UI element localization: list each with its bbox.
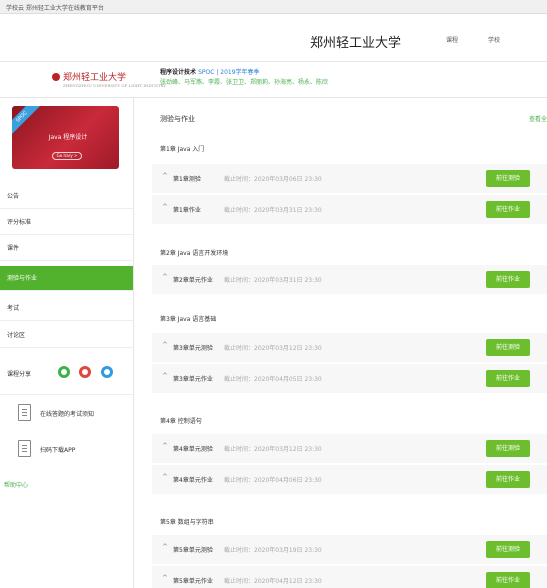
- course-spoc-link[interactable]: SPOC | 2019学年春季: [198, 69, 259, 76]
- sidebar: SPOC Java 程序设计 Go lrary > 公告 评分标准 课件 测验与…: [0, 98, 134, 588]
- sidebar-item-courseware[interactable]: 课件: [0, 236, 133, 261]
- assignment-row: ^ 第5章单元作业 截止时间：2020年04月12日 23:30 前往作业: [152, 566, 547, 588]
- assignment-name: 第5章单元作业: [173, 578, 213, 585]
- assignment-name: 第3章单元作业: [173, 376, 213, 383]
- expand-arrow-icon[interactable]: ^: [162, 442, 168, 450]
- header-link-school[interactable]: 学校: [488, 36, 500, 45]
- wechat-share-icon[interactable]: [58, 366, 70, 378]
- go-to-assignment-button[interactable]: 前往作业: [486, 572, 530, 588]
- course-info-bar: 郑州轻工业大学 ZHENGZHOU UNIVERSITY OF LIGHT IN…: [0, 62, 547, 98]
- go-to-assignment-button[interactable]: 前往作业: [486, 271, 530, 288]
- expand-arrow-icon[interactable]: ^: [162, 203, 168, 211]
- assignment-deadline: 截止时间：2020年03月06日 23:30: [224, 176, 322, 183]
- expand-arrow-icon[interactable]: ^: [162, 543, 168, 551]
- course-cover: SPOC Java 程序设计 Go lrary >: [12, 106, 119, 169]
- assignment-name: 第4章单元测验: [173, 446, 213, 453]
- university-logo[interactable]: 郑州轻工业大学 ZHENGZHOU UNIVERSITY OF LIGHT IN…: [52, 70, 166, 88]
- assignment-name: 第4章单元作业: [173, 477, 213, 484]
- assignment-row: ^ 第3章单元测验 截止时间：2020年03月12日 23:30 前往测验: [152, 333, 547, 362]
- expand-arrow-icon[interactable]: ^: [162, 574, 168, 582]
- go-to-assignment-button[interactable]: 前往测验: [486, 440, 530, 457]
- expand-arrow-icon[interactable]: ^: [162, 273, 168, 281]
- go-to-assignment-button[interactable]: 前往作业: [486, 471, 530, 488]
- qq-share-icon[interactable]: [101, 366, 113, 378]
- exam-notice-link[interactable]: 在线答题的考试须知: [18, 396, 128, 432]
- cover-button[interactable]: Go lrary >: [52, 152, 82, 160]
- assignment-name: 第1章测验: [173, 176, 201, 183]
- spoc-badge: SPOC: [12, 106, 42, 137]
- school-name: 郑州轻工业大学: [310, 36, 402, 51]
- go-to-assignment-button[interactable]: 前往测验: [486, 541, 530, 558]
- top-strip: 学校云 郑州轻工业大学在线教育平台: [0, 0, 547, 14]
- help-center-link[interactable]: 帮助中心: [4, 480, 28, 489]
- chapter-title: 第5章 数组与字符串: [160, 519, 214, 526]
- logo-subtext: ZHENGZHOU UNIVERSITY OF LIGHT INDUSTRY: [63, 83, 167, 88]
- page-title: 测验与作业: [160, 115, 195, 123]
- assignment-row: ^ 第1章测验 截止时间：2020年03月06日 23:30 前往测验: [152, 164, 547, 193]
- assignment-deadline: 截止时间：2020年04月05日 23:30: [224, 376, 322, 383]
- weibo-share-icon[interactable]: [79, 366, 91, 378]
- logo-emblem-icon: [52, 73, 60, 81]
- chapter-title: 第1章 Java 入门: [160, 146, 205, 153]
- course-title: 程序设计技术 SPOC | 2019学年春季: [160, 67, 260, 76]
- assignment-row: ^ 第3章单元作业 截止时间：2020年04月05日 23:30 前往作业: [152, 364, 547, 393]
- share-label: 课程分享: [7, 371, 32, 378]
- phone-icon: [18, 440, 31, 457]
- sidebar-item-quizzes-homework[interactable]: 测验与作业: [0, 266, 133, 291]
- assignment-deadline: 截止时间：2020年03月19日 23:30: [224, 547, 322, 554]
- course-title-text: 程序设计技术: [160, 69, 197, 76]
- document-icon: [18, 404, 31, 421]
- assignment-row: ^ 第4章单元测验 截止时间：2020年03月12日 23:30 前往测验: [152, 434, 547, 463]
- assignment-row: ^ 第1章作业 截止时间：2020年03月31日 23:30 前往作业: [152, 195, 547, 224]
- go-to-assignment-button[interactable]: 前往作业: [486, 201, 530, 218]
- expand-arrow-icon[interactable]: ^: [162, 473, 168, 481]
- expand-arrow-icon[interactable]: ^: [162, 172, 168, 180]
- cover-title: Java 程序设计: [48, 134, 88, 141]
- go-to-assignment-button[interactable]: 前往测验: [486, 339, 530, 356]
- assignment-name: 第3章单元测验: [173, 345, 213, 352]
- assignment-row: ^ 第5章单元测验 截止时间：2020年03月19日 23:30 前往测验: [152, 535, 547, 564]
- app-download-link[interactable]: 扫码下载APP: [18, 432, 128, 468]
- assignment-name: 第5章单元测验: [173, 547, 213, 554]
- sidebar-item-exam[interactable]: 考试: [0, 296, 133, 321]
- assignment-deadline: 截止时间：2020年03月31日 23:30: [224, 277, 322, 284]
- expand-arrow-icon[interactable]: ^: [162, 372, 168, 380]
- assignment-deadline: 截止时间：2020年03月31日 23:30: [224, 207, 322, 214]
- share-box: 课程分享: [0, 353, 133, 395]
- course-teachers[interactable]: 张劲峰、马军燕、李霞、张卫卫、郑丽莉、孙海亮、杨永、陈欣: [160, 77, 328, 86]
- main-content: 测验与作业 查看全部 第1章 Java 入门 ^ 第1章测验 截止时间：2020…: [134, 98, 547, 588]
- top-strip-text: 学校云 郑州轻工业大学在线教育平台: [6, 5, 104, 12]
- assignment-row: ^ 第4章单元作业 截止时间：2020年04月06日 23:30 前往作业: [152, 465, 547, 494]
- assignment-name: 第2章单元作业: [173, 277, 213, 284]
- sidebar-item-announcements[interactable]: 公告: [0, 184, 133, 209]
- chapter-title: 第4章 控制语句: [160, 418, 202, 425]
- assignment-name: 第1章作业: [173, 207, 201, 214]
- expand-arrow-icon[interactable]: ^: [162, 341, 168, 349]
- assignment-deadline: 截止时间：2020年04月06日 23:30: [224, 477, 322, 484]
- app-download-label: 扫码下载APP: [40, 447, 76, 454]
- logo-text: 郑州轻工业大学: [63, 73, 127, 83]
- go-to-assignment-button[interactable]: 前往测验: [486, 170, 530, 187]
- go-to-assignment-button[interactable]: 前往作业: [486, 370, 530, 387]
- view-all-link[interactable]: 查看全部: [529, 114, 547, 123]
- chapter-title: 第2章 Java 语言开发环境: [160, 250, 229, 257]
- exam-notice-label: 在线答题的考试须知: [40, 411, 95, 418]
- header: 郑州轻工业大学 课程 学校: [0, 14, 547, 62]
- assignment-deadline: 截止时间：2020年03月12日 23:30: [224, 446, 322, 453]
- sidebar-item-grading[interactable]: 评分标准: [0, 210, 133, 235]
- assignment-deadline: 截止时间：2020年04月12日 23:30: [224, 578, 322, 585]
- chapter-title: 第3章 Java 语言基础: [160, 316, 217, 323]
- header-link-courses[interactable]: 课程: [446, 36, 458, 45]
- assignment-deadline: 截止时间：2020年03月12日 23:30: [224, 345, 322, 352]
- sidebar-item-forum[interactable]: 讨论区: [0, 323, 133, 348]
- assignment-row: ^ 第2章单元作业 截止时间：2020年03月31日 23:30 前往作业: [152, 265, 547, 294]
